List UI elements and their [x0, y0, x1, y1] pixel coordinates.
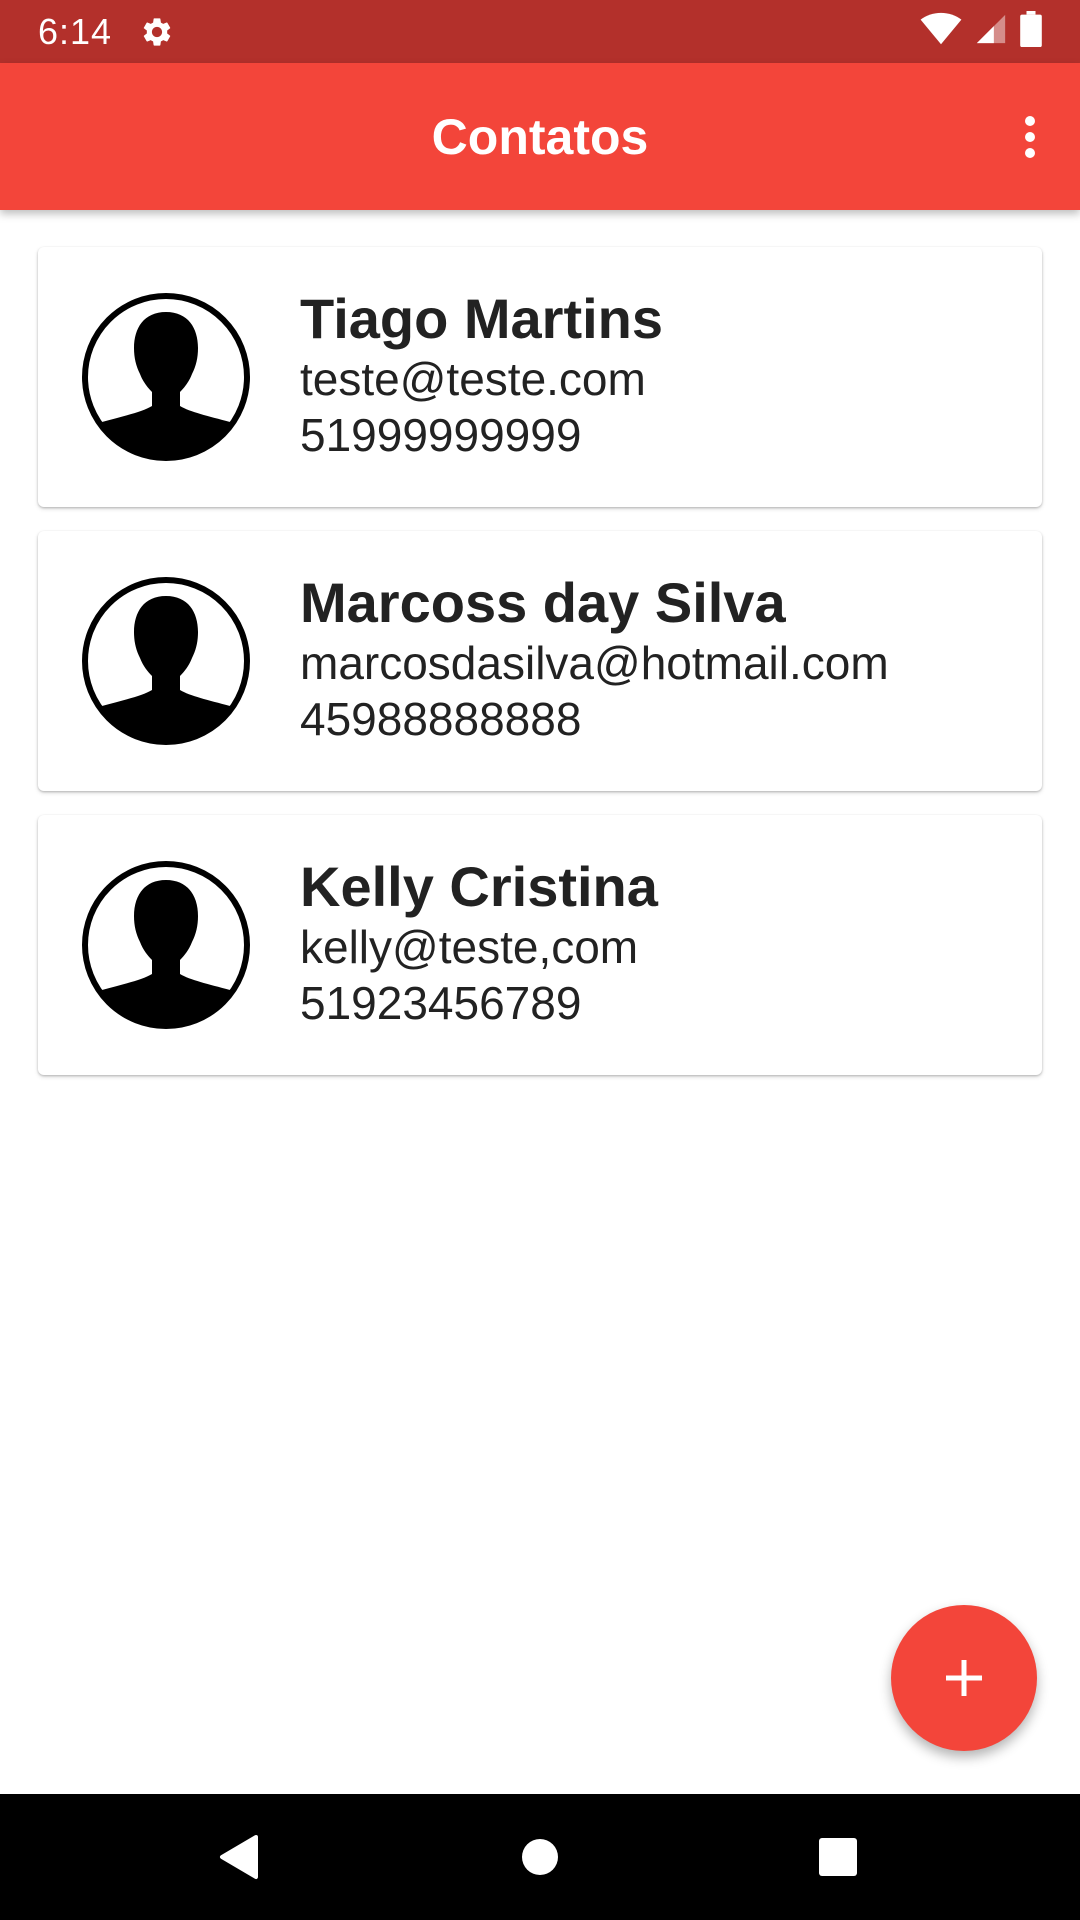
battery-icon [1020, 11, 1042, 52]
add-contact-button[interactable] [891, 1605, 1037, 1751]
screen: 6:14 Contatos Tiago Martins teste@teste.… [0, 0, 1080, 1920]
more-vert-icon [1025, 116, 1035, 158]
contact-card[interactable]: Kelly Cristina kelly@teste,com 519234567… [38, 815, 1042, 1075]
recents-button[interactable] [793, 1812, 883, 1902]
home-button[interactable] [495, 1812, 585, 1902]
contact-email: teste@teste.com [300, 353, 646, 405]
contact-phone: 51923456789 [300, 977, 582, 1029]
contact-email: marcosdasilva@hotmail.com [300, 637, 889, 689]
add-icon [946, 1660, 982, 1696]
home-icon [522, 1839, 558, 1875]
app-bar: Contatos [0, 63, 1080, 210]
overflow-menu-button[interactable] [1000, 107, 1060, 167]
back-button[interactable] [193, 1812, 283, 1902]
person-avatar-icon [82, 293, 250, 461]
person-avatar-icon [82, 577, 250, 745]
contact-name: Marcoss day Silva [300, 571, 786, 634]
settings-icon [140, 14, 176, 50]
status-icons [920, 11, 1042, 52]
signal-icon [974, 12, 1008, 51]
contact-email: kelly@teste,com [300, 921, 639, 973]
wifi-icon [920, 12, 962, 51]
contact-card[interactable]: Marcoss day Silva marcosdasilva@hotmail.… [38, 531, 1042, 791]
contact-phone: 45988888888 [300, 693, 582, 745]
status-bar: 6:14 [0, 0, 1080, 63]
contact-name: Kelly Cristina [300, 855, 658, 918]
navigation-bar [0, 1794, 1080, 1920]
back-icon [220, 1835, 258, 1879]
contact-card[interactable]: Tiago Martins teste@teste.com 5199999999… [38, 247, 1042, 507]
page-title: Contatos [431, 108, 649, 165]
contact-name: Tiago Martins [300, 287, 664, 350]
recents-icon [819, 1838, 857, 1876]
contact-phone: 51999999999 [300, 409, 582, 461]
status-time: 6:14 [38, 10, 113, 52]
person-avatar-icon [82, 861, 250, 1029]
